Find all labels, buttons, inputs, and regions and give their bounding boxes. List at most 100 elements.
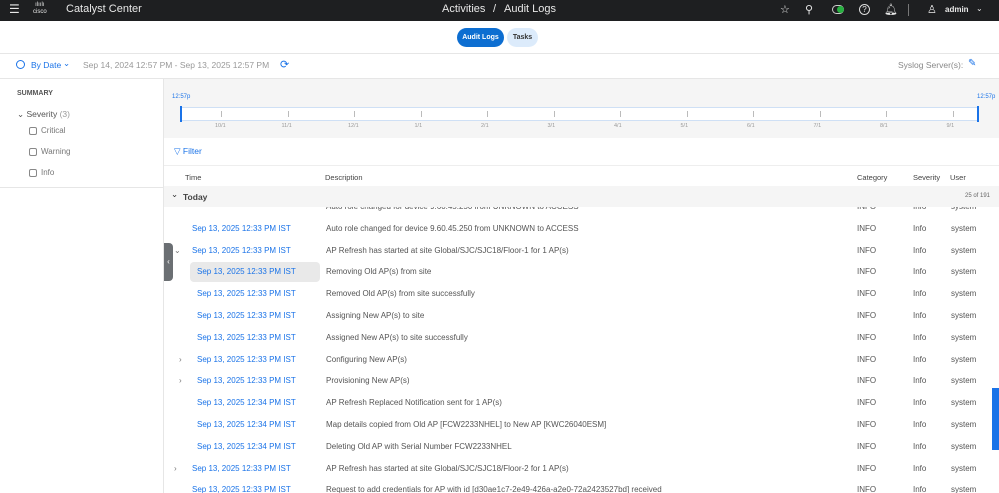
tab-audit-logs[interactable]: Audit Logs xyxy=(457,28,504,47)
severity-option-warning[interactable]: Warning xyxy=(29,147,71,156)
row-time[interactable]: Sep 13, 2025 12:33 PM IST xyxy=(192,218,291,239)
row-time[interactable]: Sep 13, 2025 12:34 PM IST xyxy=(197,436,296,457)
timeline-tick xyxy=(620,111,621,117)
timeline-tick xyxy=(420,111,422,117)
row-time[interactable]: Sep 13, 2025 12:33 PM IST xyxy=(197,283,296,304)
chevron-down-icon[interactable]: ⌄ xyxy=(171,189,178,200)
timeline-start-handle[interactable] xyxy=(180,106,182,122)
row-time[interactable]: Sep 13, 2025 12:34 PM IST xyxy=(197,392,296,413)
search-icon[interactable]: ⚲ xyxy=(805,3,813,16)
checkbox[interactable] xyxy=(29,126,37,135)
row-time[interactable]: Sep 13, 2025 12:33 PM IST xyxy=(197,349,296,370)
chevron-right-icon[interactable]: › xyxy=(174,458,177,479)
filter-button[interactable]: ▽ Filter xyxy=(174,146,202,157)
severity-group[interactable]: ⌄ Severity (3) xyxy=(17,109,70,120)
chevron-down-icon[interactable]: ⌄ xyxy=(174,240,181,261)
row-time[interactable]: Sep 13, 2025 12:33 PM IST xyxy=(197,370,296,391)
bell-icon[interactable]: 🔔︎ xyxy=(884,3,898,16)
row-description: Map details copied from Old AP [FCW2233N… xyxy=(326,420,607,429)
view-tabs: Audit Logs Tasks xyxy=(0,22,999,54)
hamburger-menu-icon[interactable]: ☰ xyxy=(9,2,20,16)
row-category: INFO xyxy=(857,267,877,277)
table-row[interactable]: › Sep 13, 2025 12:33 PM IST Configuring Ne… xyxy=(164,349,992,370)
user-icon[interactable]: ♙ xyxy=(927,3,937,16)
row-time[interactable]: Sep 13, 2025 12:33 PM IST xyxy=(197,305,296,326)
table-row[interactable]: Sep 13, 2025 12:34 PM IST AP Refresh Repl… xyxy=(164,392,992,413)
log-table-body: Auto role changed for device 9.60.45.250… xyxy=(164,207,992,493)
timeline-track[interactable] xyxy=(181,107,979,121)
breadcrumb-audit-logs: Audit Logs xyxy=(504,3,556,15)
row-description: Assigning New AP(s) to site xyxy=(326,311,425,320)
column-description[interactable]: Description xyxy=(325,173,363,182)
option-label: Critical xyxy=(41,126,66,135)
table-row[interactable]: › Sep 13, 2025 12:33 PM IST Provisioning N… xyxy=(164,370,992,391)
tab-tasks[interactable]: Tasks xyxy=(507,28,538,47)
chevron-right-icon[interactable]: › xyxy=(179,370,182,391)
table-row[interactable]: Sep 13, 2025 12:33 PM IST Auto role chang… xyxy=(164,218,992,239)
star-icon[interactable]: ☆ xyxy=(780,3,790,16)
breadcrumb-activities[interactable]: Activities xyxy=(442,3,485,15)
row-user: system xyxy=(951,207,976,217)
table-row[interactable]: Sep 13, 2025 12:34 PM IST Map details cop… xyxy=(164,414,992,435)
row-time[interactable]: Sep 13, 2025 12:33 PM IST xyxy=(192,240,291,261)
table-row[interactable]: Sep 13, 2025 12:33 PM IST Removing Old AP… xyxy=(164,261,992,283)
table-row[interactable]: Sep 13, 2025 12:33 PM IST Assigning New A… xyxy=(164,305,992,326)
timeline-tick xyxy=(819,111,821,117)
column-severity[interactable]: Severity xyxy=(913,173,940,182)
row-time[interactable]: Sep 13, 2025 12:33 PM IST xyxy=(192,479,291,493)
row-time[interactable]: Sep 13, 2025 12:34 PM IST xyxy=(197,414,296,435)
checkbox[interactable] xyxy=(29,147,37,156)
collapse-sidebar-handle[interactable]: ‹ xyxy=(164,243,173,281)
table-row[interactable]: Sep 13, 2025 12:33 PM IST Assigned New AP… xyxy=(164,327,992,348)
divider xyxy=(908,4,909,16)
table-row[interactable]: Sep 13, 2025 12:33 PM IST Removed Old AP(… xyxy=(164,283,992,304)
table-row[interactable]: ⌄ Sep 13, 2025 12:33 PM IST AP Refresh has… xyxy=(164,240,992,261)
cloud-status-icon[interactable] xyxy=(832,5,844,14)
scrollbar-thumb[interactable] xyxy=(992,388,999,450)
timeline-tick-label: 8/1 xyxy=(880,123,888,129)
column-time[interactable]: Time xyxy=(185,173,201,182)
table-row[interactable]: › Sep 13, 2025 12:33 PM IST AP Refresh has… xyxy=(164,458,992,479)
help-icon[interactable]: ? xyxy=(859,4,870,15)
table-row[interactable]: Auto role changed for device 9.60.45.250… xyxy=(164,207,992,217)
chevron-down-icon[interactable]: ⌄ xyxy=(976,4,983,13)
row-user: system xyxy=(951,354,977,364)
group-header-today[interactable]: ⌄ Today 25 of 191 xyxy=(164,186,999,207)
row-user: system xyxy=(951,441,977,451)
row-category: INFO xyxy=(857,207,876,217)
timeline-tick-label: 3/1 xyxy=(547,123,556,129)
chevron-down-icon[interactable]: ⌄ xyxy=(17,109,24,119)
table-header: Time Description Category Severity User xyxy=(164,165,999,186)
timeline-tick xyxy=(886,111,887,117)
timeline-tick-label: 6/1 xyxy=(747,123,755,129)
chevron-down-icon[interactable]: ⌄ xyxy=(63,58,70,69)
column-user[interactable]: User xyxy=(950,173,966,182)
refresh-icon[interactable]: ⟳ xyxy=(280,58,289,71)
timeline-tick-label: 12/1 xyxy=(348,123,359,129)
timeline-tick-label: 9/1 xyxy=(946,123,955,129)
table-row[interactable]: Sep 13, 2025 12:33 PM IST Request to add … xyxy=(164,479,992,493)
row-severity: Info xyxy=(913,398,927,408)
row-severity: Info xyxy=(913,245,927,255)
chevron-right-icon[interactable]: › xyxy=(179,349,182,370)
severity-option-critical[interactable]: Critical xyxy=(29,126,65,135)
row-time[interactable]: Sep 13, 2025 12:33 PM IST xyxy=(197,261,296,282)
timeline-end-handle[interactable] xyxy=(977,106,979,122)
timeline-slider[interactable]: 12:57p 12:57p 10/1 11/1 12/1 1/1 2/1 3/1 4/1 5/… xyxy=(164,79,999,138)
user-name[interactable]: admin xyxy=(945,5,969,14)
row-time[interactable]: Sep 13, 2025 12:33 PM IST xyxy=(192,458,291,479)
row-time[interactable]: Sep 13, 2025 12:33 PM IST xyxy=(197,327,296,348)
cisco-logo-icon: ılıılı cisco xyxy=(33,2,47,15)
severity-option-info[interactable]: Info xyxy=(29,168,54,177)
edit-pencil-icon[interactable]: ✎ xyxy=(968,58,976,69)
by-date-dropdown[interactable]: By Date xyxy=(31,60,61,70)
checkbox[interactable] xyxy=(29,168,37,177)
date-range[interactable]: Sep 14, 2024 12:57 PM - Sep 13, 2025 12:… xyxy=(83,60,269,70)
filter-label: Filter xyxy=(182,146,202,156)
timeline-tick-label: 10/1 xyxy=(215,123,226,129)
row-severity: Info xyxy=(913,354,927,364)
table-row[interactable]: Sep 13, 2025 12:34 PM IST Deleting Old AP… xyxy=(164,436,992,457)
row-severity: Info xyxy=(913,485,927,493)
row-category: INFO xyxy=(857,441,877,451)
column-category[interactable]: Category xyxy=(857,173,887,182)
